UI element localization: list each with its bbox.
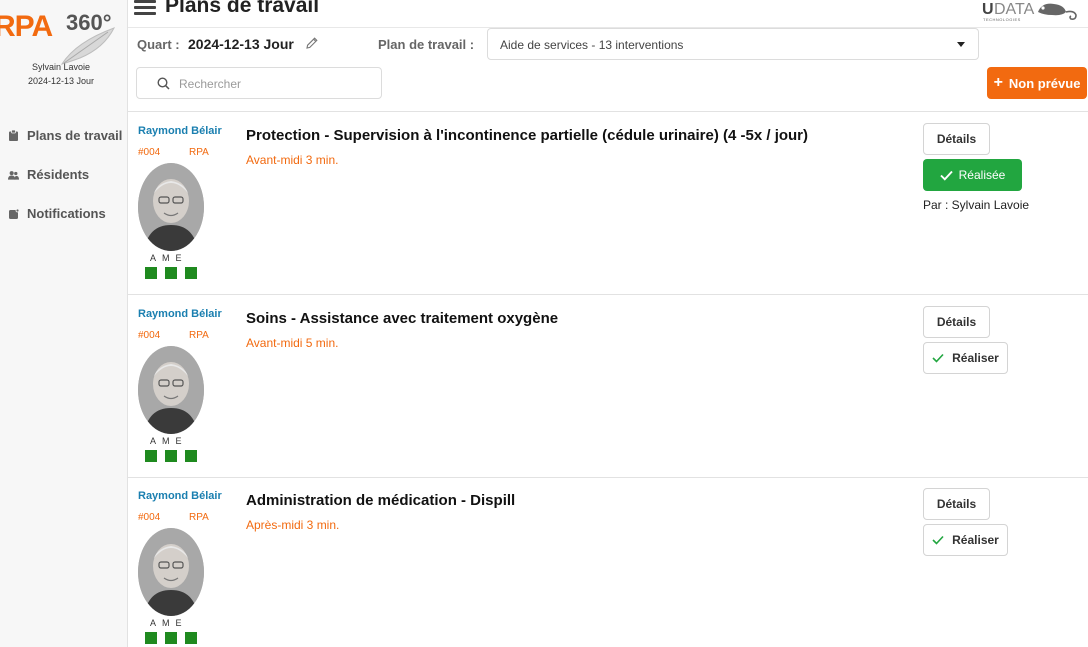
task-title: Protection - Supervision à l'incontinenc… (246, 127, 809, 144)
shift-square-a (145, 450, 157, 462)
realiser-button[interactable]: Réaliser (923, 524, 1008, 556)
resident-type: RPA (189, 147, 209, 158)
task-time: Avant-midi 3 min. (246, 153, 339, 167)
resident-avatar (138, 163, 204, 251)
quart-label: Quart : (137, 37, 180, 52)
search-box[interactable] (136, 67, 382, 99)
user-name: Sylvain Lavoie (31, 62, 91, 72)
plan-select-value: Aide de services - 13 interventions (500, 38, 684, 52)
resident-avatar (138, 528, 204, 616)
ame-label: AME (150, 618, 188, 628)
resident-type: RPA (189, 512, 209, 523)
sidebar: RPA 360° Sylvain Lavoie 2024-12-13 Jour … (0, 0, 128, 647)
header: Plans de travail U DATA TECHNOLOGIES Qua… (128, 0, 1088, 112)
details-button[interactable]: Détails (923, 306, 990, 338)
realisee-label: Réalisée (958, 168, 1006, 182)
resident-id: #004 (138, 147, 161, 158)
task-title: Soins - Assistance avec traitement oxygè… (246, 310, 559, 327)
shift-indicators (145, 632, 205, 644)
chameleon-icon (1038, 3, 1077, 20)
shift-square-a (145, 267, 157, 279)
resident-avatar (138, 346, 204, 434)
plus-icon: + (993, 74, 1003, 91)
realiser-button[interactable]: Réaliser (923, 342, 1008, 374)
task-title: Administration de médication - Dispill (246, 492, 516, 509)
resident-type: RPA (189, 330, 209, 341)
logo-text: RPA (0, 10, 53, 43)
check-icon (939, 170, 953, 181)
task-time: Après-midi 3 min. (246, 518, 340, 532)
sidebar-item-label: Notifications (27, 206, 106, 221)
task-card: Raymond Bélair #004 RPA AME Protection -… (128, 113, 1088, 295)
brand-logo: U DATA TECHNOLOGIES (982, 0, 1082, 24)
resident-id: #004 (138, 330, 161, 341)
shift-indicators (145, 267, 205, 279)
details-button[interactable]: Détails (923, 488, 990, 520)
sidebar-item-label: Plans de travail (27, 128, 123, 143)
caret-down-icon (957, 42, 965, 47)
quart-value: 2024-12-13 Jour (188, 36, 294, 52)
shift-square-m (165, 632, 177, 644)
task-time: Avant-midi 5 min. (246, 336, 339, 350)
shift-square-e (185, 267, 197, 279)
resident-name[interactable]: Raymond Bélair (138, 308, 222, 320)
clipboard-icon (8, 130, 19, 141)
hamburger-menu-icon[interactable] (134, 0, 156, 15)
feather-icon (60, 27, 116, 65)
sidebar-nav: Plans de travail Résidents Notifications (8, 116, 122, 233)
resident-name[interactable]: Raymond Bélair (138, 490, 222, 502)
sidebar-item-plans-de-travail[interactable]: Plans de travail (8, 116, 122, 155)
realisee-button[interactable]: Réalisée (923, 159, 1022, 191)
check-icon (932, 535, 944, 545)
page-title: Plans de travail (165, 0, 320, 17)
sidebar-item-label: Résidents (27, 167, 90, 182)
check-icon (932, 353, 944, 363)
task-card: Raymond Bélair #004 RPA AME Soins - Assi… (128, 296, 1088, 478)
users-icon (8, 169, 19, 180)
shift-square-m (165, 267, 177, 279)
resident-id: #004 (138, 512, 161, 523)
sidebar-item-residents[interactable]: Résidents (8, 155, 122, 194)
shift-square-a (145, 632, 157, 644)
app-logo: RPA 360° (0, 6, 128, 65)
non-prevue-label: Non prévue (1008, 75, 1081, 91)
sidebar-item-notifications[interactable]: Notifications (8, 194, 122, 233)
shift-square-e (185, 450, 197, 462)
ame-label: AME (150, 436, 188, 446)
shift-square-e (185, 632, 197, 644)
realiser-label: Réaliser (952, 533, 999, 547)
resident-name[interactable]: Raymond Bélair (138, 125, 222, 137)
shift-indicators (145, 450, 205, 462)
realiser-label: Réaliser (952, 351, 999, 365)
task-card: Raymond Bélair #004 RPA AME Administrati… (128, 478, 1088, 647)
plan-select[interactable]: Aide de services - 13 interventions (487, 28, 979, 60)
non-prevue-button[interactable]: + Non prévue (987, 67, 1087, 99)
brand-sub: TECHNOLOGIES (983, 17, 1021, 22)
user-shift: 2024-12-13 Jour (27, 76, 95, 86)
done-by: Par : Sylvain Lavoie (923, 198, 1030, 212)
plan-label: Plan de travail : (378, 37, 475, 52)
ame-label: AME (150, 253, 188, 263)
edit-pencil-icon[interactable] (305, 36, 319, 55)
search-icon (157, 77, 170, 90)
notification-icon (8, 208, 19, 219)
search-input[interactable] (179, 74, 374, 93)
shift-square-m (165, 450, 177, 462)
details-button[interactable]: Détails (923, 123, 990, 155)
